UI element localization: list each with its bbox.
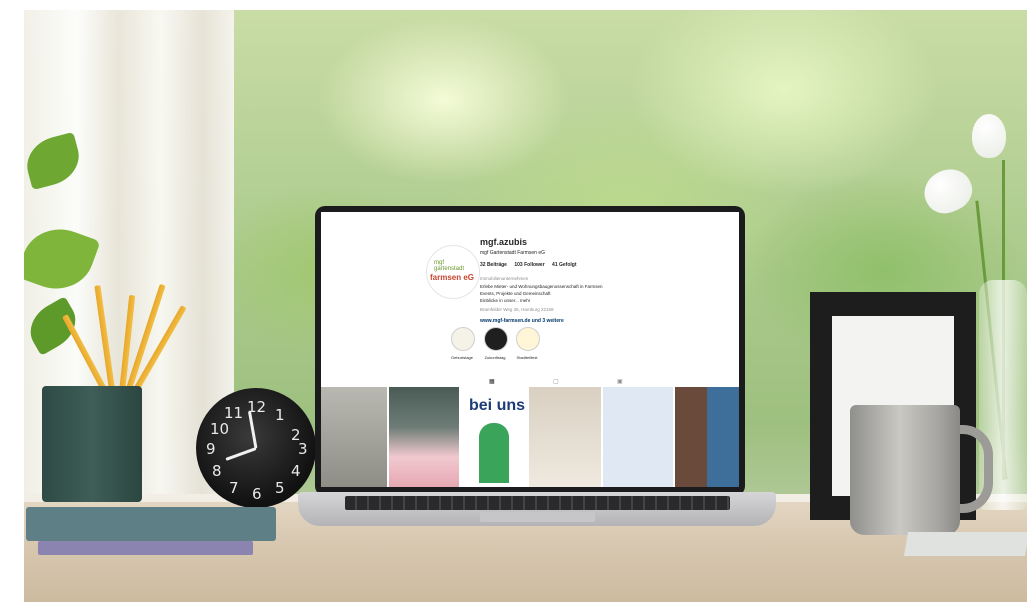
profile-username[interactable]: mgf.azubis — [480, 237, 527, 247]
post-grid: bei uns — [321, 387, 739, 487]
profile-category: Immobilienunternehmen — [480, 276, 529, 281]
notebook — [26, 507, 276, 541]
coffee-mug — [850, 405, 960, 535]
clock-number: 5 — [275, 479, 285, 497]
profile-bio-line: Events, Projekte und Gemeinschaft — [480, 291, 551, 296]
profile-tabs: ▦ ▢ ▣ — [321, 378, 739, 385]
highlight-head-icon[interactable] — [484, 327, 508, 351]
tulip-flower — [917, 161, 979, 221]
stat-following[interactable]: 41 Gefolgt — [552, 262, 576, 268]
highlight-cake-icon[interactable] — [451, 327, 475, 351]
laptop-keyboard — [345, 496, 730, 510]
clock-number: 1 — [275, 406, 285, 424]
post-desk-papers[interactable] — [529, 387, 601, 487]
clock-number: 4 — [291, 462, 301, 480]
magazine-title: bei uns — [469, 397, 526, 414]
papers — [903, 532, 1027, 556]
post-magazine-cover[interactable]: bei uns — [461, 387, 527, 487]
magazine-person — [479, 423, 509, 483]
stat-followers[interactable]: 103 Follower — [514, 262, 544, 268]
tulip-flower — [972, 114, 1006, 158]
laptop-trackpad — [480, 512, 595, 522]
stat-posts[interactable]: 32 Beiträge — [480, 262, 507, 268]
clock-number: 3 — [298, 440, 308, 458]
clock-number: 8 — [212, 462, 222, 480]
post-building-flyer[interactable] — [603, 387, 673, 487]
profile-stats: 32 Beiträge 103 Follower 41 Gefolgt — [480, 262, 583, 268]
profile-subtitle: mgf Gartenstadt Farmsen eG — [480, 250, 546, 256]
post-building-collage[interactable] — [675, 387, 739, 487]
profile-link[interactable]: www.mgf-farmsen.de und 3 weitere — [480, 318, 564, 324]
clock-number: 9 — [206, 440, 216, 458]
tagged-icon[interactable]: ▣ — [617, 378, 623, 385]
grid-icon[interactable]: ▦ — [489, 378, 495, 385]
highlight-sun-icon[interactable] — [516, 327, 540, 351]
clock-number: 6 — [252, 485, 262, 503]
profile-bio-line: Bramfelder Weg 35, Hamburg 22159 — [480, 307, 554, 312]
reels-icon[interactable]: ▢ — [553, 378, 559, 385]
profile-avatar[interactable]: mgf gartenstadt farmsen eG — [426, 245, 480, 299]
profile-bio-line: Erlebe Mieter- und Wohnungsbaugenossensc… — [480, 284, 603, 289]
notebook — [38, 541, 253, 555]
clock-number: 10 — [210, 420, 230, 438]
logo-text: gartenstadt — [434, 266, 465, 272]
highlight-label: Stadtteilfest — [516, 355, 538, 360]
clock-number: 11 — [224, 404, 244, 422]
pencil-cup — [42, 386, 142, 502]
post-office-screen[interactable] — [321, 387, 387, 487]
post-birthday-table[interactable] — [389, 387, 459, 487]
profile-bio-line[interactable]: Einblicke in unser... mehr — [480, 298, 530, 303]
clock-minute-hand — [225, 447, 257, 461]
clock-hour-hand — [247, 410, 258, 449]
alarm-clock: 12 1 2 3 4 5 6 7 8 9 10 11 — [196, 388, 316, 508]
logo-text: farmsen eG — [430, 273, 475, 282]
clock-number: 7 — [229, 479, 239, 497]
